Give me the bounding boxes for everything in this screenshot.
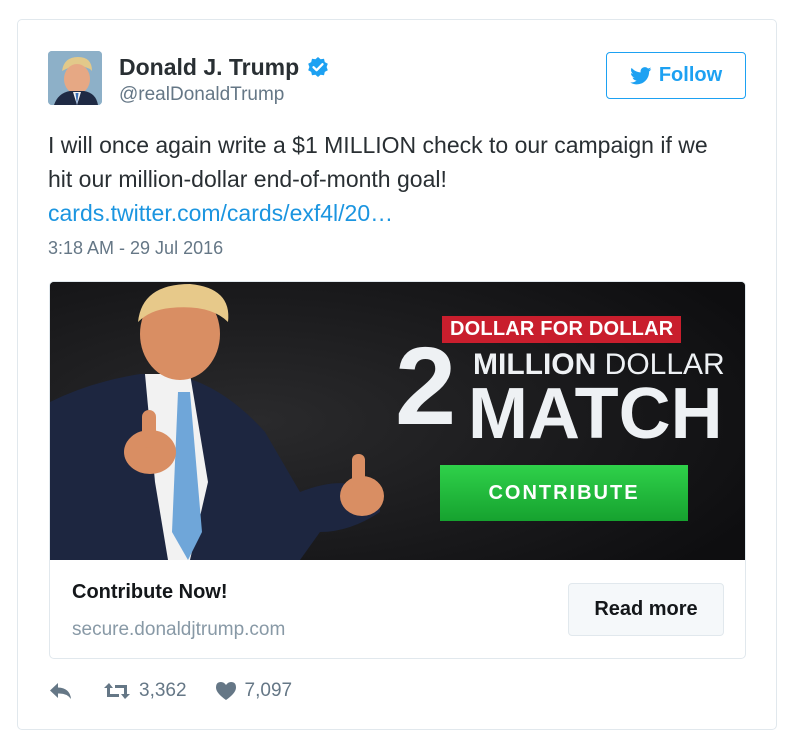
card-badge: DOLLAR FOR DOLLAR (442, 316, 682, 343)
retweet-action[interactable]: 3,362 (103, 680, 187, 702)
contribute-button[interactable]: CONTRIBUTE (440, 465, 688, 521)
author-name[interactable]: Donald J. Trump (119, 54, 299, 81)
card-image[interactable]: DOLLAR FOR DOLLAR 2 MILLION DOLLAR MATCH… (50, 282, 745, 560)
twitter-bird-icon (629, 66, 652, 84)
embedded-tweet: Donald J. Trump @realDonaldTrump Follow … (17, 19, 777, 730)
card-headline-line2: MATCH (468, 374, 723, 454)
verified-badge-icon (308, 56, 328, 77)
retweet-count: 3,362 (139, 680, 187, 701)
tweet-body: I will once again write a $1 MILLION che… (48, 132, 708, 192)
tweet-link[interactable]: cards.twitter.com/cards/exf4l/20… (48, 196, 738, 230)
like-action[interactable]: 7,097 (215, 680, 293, 702)
retweet-icon (104, 683, 130, 699)
follow-label: Follow (658, 64, 723, 86)
like-count: 7,097 (244, 680, 293, 701)
card-title[interactable]: Contribute Now! (72, 581, 228, 604)
tweet-timestamp[interactable]: 3:18 AM - 29 Jul 2016 (48, 238, 223, 259)
reply-action[interactable] (49, 681, 73, 701)
avatar-photo (48, 51, 102, 105)
reply-icon (50, 683, 71, 699)
author-handle[interactable]: @realDonaldTrump (119, 84, 284, 106)
follow-button[interactable]: Follow (606, 52, 746, 99)
author-avatar[interactable] (48, 51, 102, 105)
tweet-actions: 3,362 7,097 (49, 680, 292, 702)
link-card[interactable]: DOLLAR FOR DOLLAR 2 MILLION DOLLAR MATCH… (49, 281, 746, 659)
card-big-number: 2 (395, 325, 457, 448)
card-domain: secure.donaldjtrump.com (72, 619, 286, 640)
tweet-text: I will once again write a $1 MILLION che… (48, 128, 738, 230)
author-name-row: Donald J. Trump (119, 54, 330, 81)
heart-icon (215, 682, 236, 700)
read-more-button[interactable]: Read more (568, 583, 724, 636)
